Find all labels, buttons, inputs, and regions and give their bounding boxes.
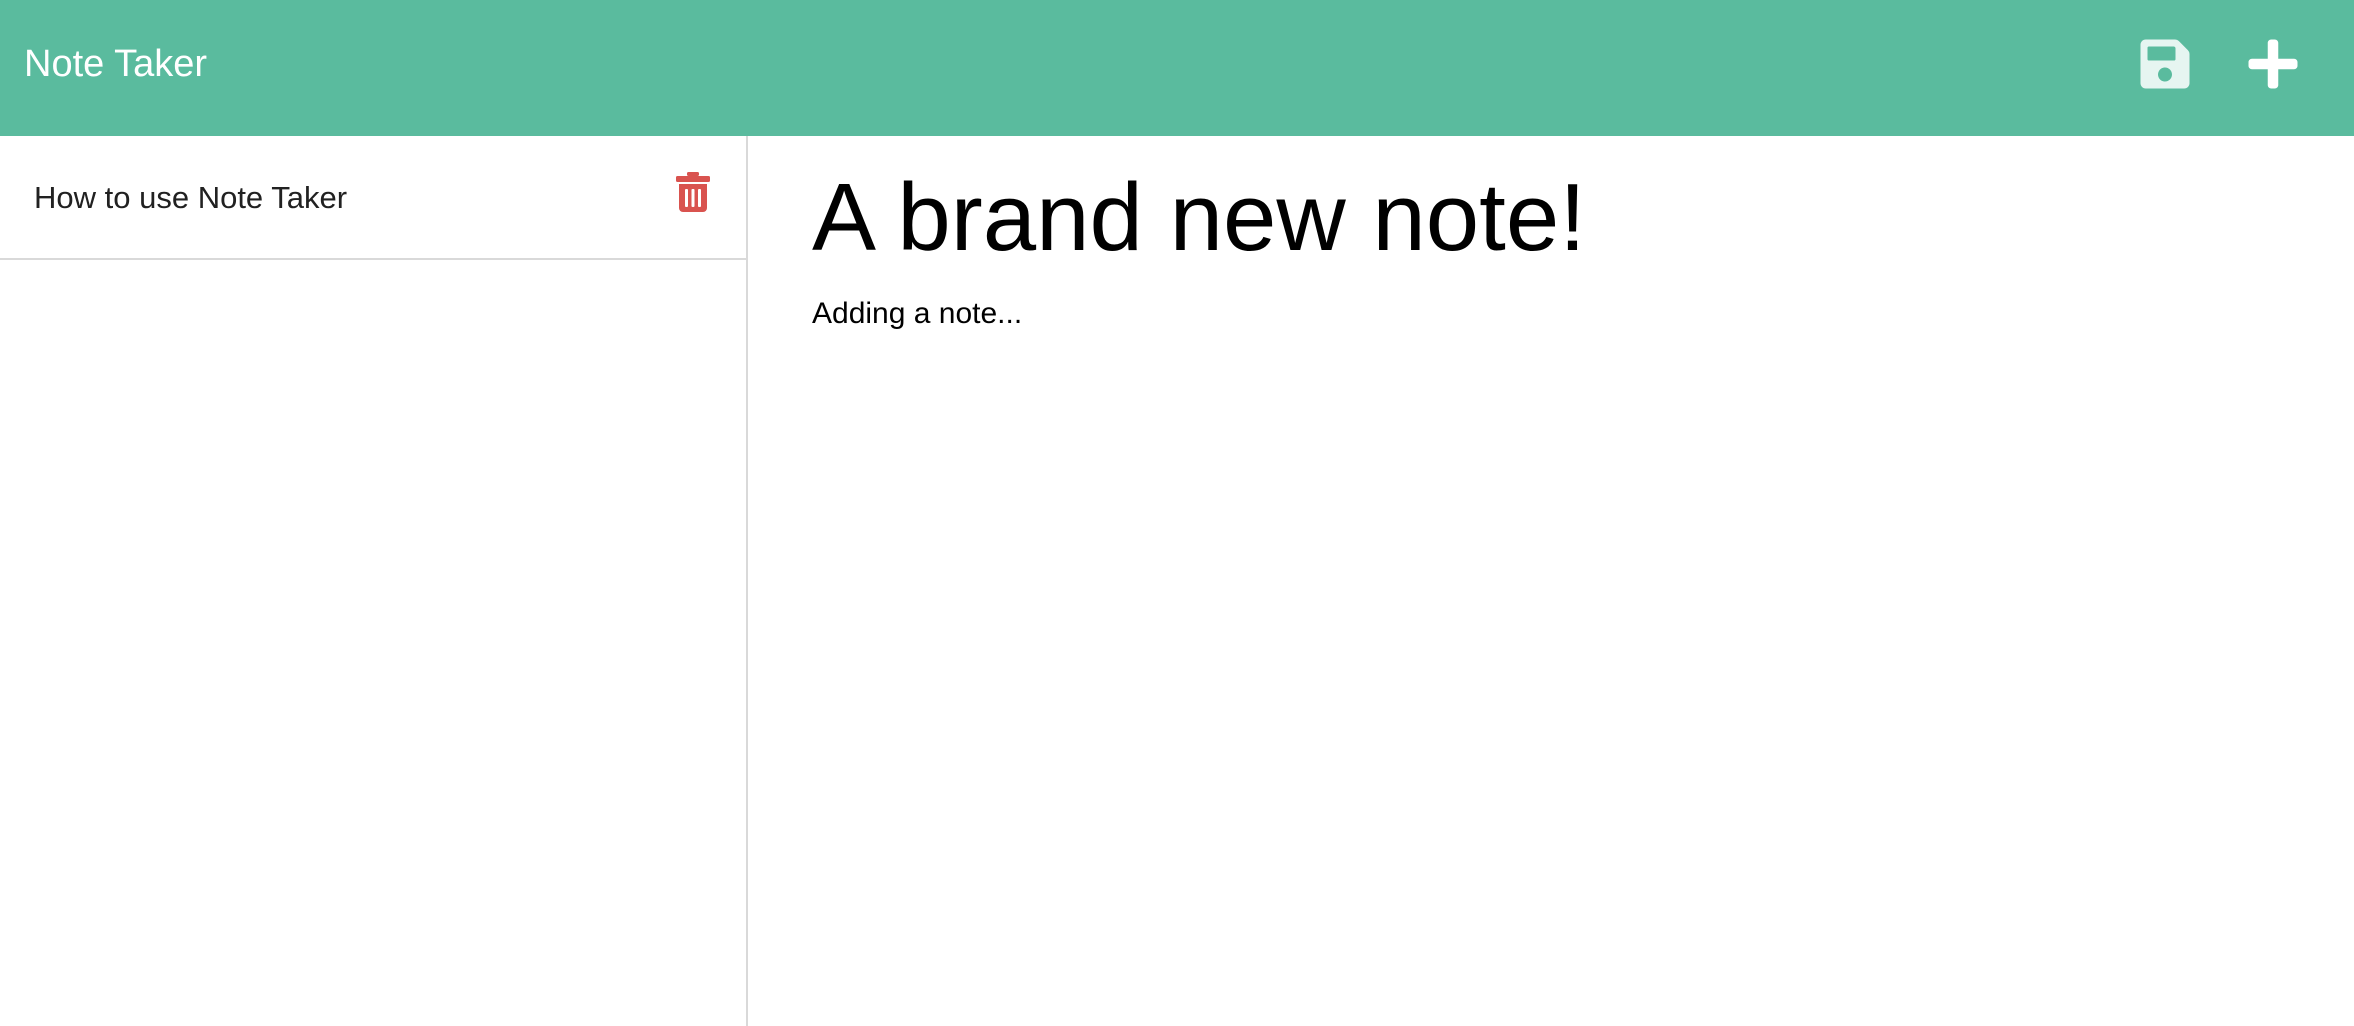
notes-sidebar: How to use Note Taker — [0, 136, 748, 1026]
save-note-button[interactable] — [2137, 36, 2193, 92]
note-body-textarea[interactable]: Adding a note... — [812, 292, 2292, 992]
brand-title[interactable]: Note Taker — [24, 0, 207, 128]
floppy-disk-icon — [2140, 39, 2190, 89]
note-title-input[interactable] — [812, 158, 2292, 278]
trash-icon — [676, 172, 710, 212]
delete-note-button[interactable] — [676, 172, 710, 212]
note-list-title[interactable]: How to use Note Taker — [34, 136, 347, 260]
list-item[interactable]: How to use Note Taker — [0, 136, 746, 260]
new-note-button[interactable] — [2245, 36, 2301, 92]
plus-icon — [2248, 39, 2298, 89]
navbar: Note Taker — [0, 0, 2354, 136]
note-editor: Adding a note... — [750, 136, 2354, 1026]
